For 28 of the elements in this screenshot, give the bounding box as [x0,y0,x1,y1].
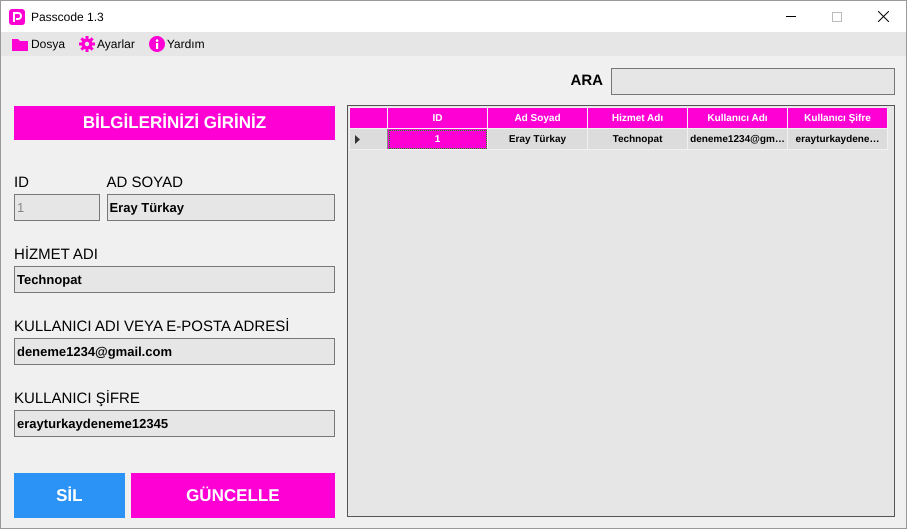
app-logo-icon [9,8,25,24]
row-header-corner [350,108,388,128]
table-cell[interactable]: Eray Türkay [488,128,588,150]
menu-item[interactable]: Dosya [11,35,66,53]
field-label: KULLANICI ŞİFRE [14,390,141,408]
row-header[interactable] [350,128,388,150]
input-field[interactable]: erayturkaydeneme12345 [14,410,335,437]
field-label: ID [14,174,30,192]
search-label: ARA [570,71,603,92]
field-label: AD SOYAD [106,174,184,192]
table-cell[interactable]: erayturkaydene… [788,128,888,150]
close-icon[interactable] [878,11,888,22]
window-title: Passcode 1.3 [31,8,104,26]
field-label: KULLANICI ADI VEYA E-POSTA ADRESİ [14,318,290,336]
menu-item[interactable]: Yardım [148,35,205,53]
input-field[interactable]: Technopat [14,266,335,293]
table-cell[interactable]: Technopat [588,128,688,150]
table-cell[interactable]: deneme1234@gm… [688,128,788,150]
field-label: HİZMET ADI [14,246,99,264]
folder-icon [11,36,29,52]
menu-item[interactable]: Ayarlar [79,35,135,53]
search-field[interactable] [611,68,895,95]
input-field[interactable]: Eray Türkay [106,194,335,221]
row-pointer-icon [355,134,360,144]
input-field[interactable]: deneme1234@gmail.com [14,338,335,365]
info-icon [148,36,165,52]
maximize-icon[interactable] [832,12,842,22]
settings-icon [79,36,96,52]
